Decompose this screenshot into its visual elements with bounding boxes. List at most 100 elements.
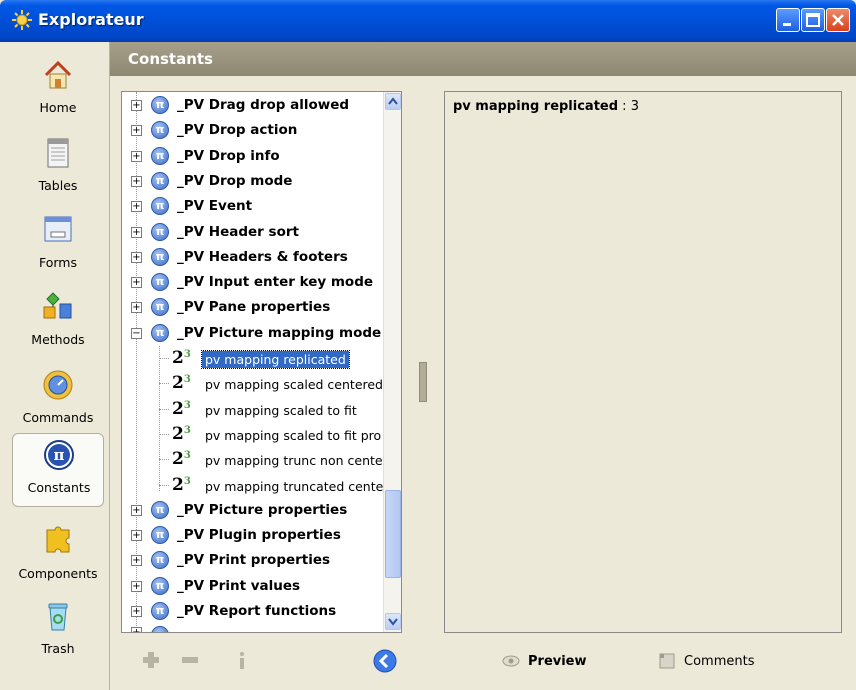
scroll-thumb[interactable] — [385, 490, 401, 578]
constant-group-icon: π — [151, 602, 169, 620]
expand-toggle-icon[interactable]: + — [131, 302, 142, 314]
tree-group-label: _PV Drop info — [177, 147, 280, 164]
constants-icon-glyph: π — [54, 446, 65, 464]
tree-group-row[interactable]: + π _PV Drag drop allowed — [122, 93, 384, 118]
constant-group-icon: π — [151, 273, 169, 292]
numeric-constant-icon-digit: 2 — [172, 373, 184, 394]
constants-tree[interactable]: + π _PV Drag drop allowed + π _PV Drop a… — [121, 91, 402, 633]
tree-group-row[interactable]: + π _PV Drop action — [122, 118, 384, 143]
numeric-constant-icon-digit: 3 — [183, 424, 191, 436]
tree-guide-line — [159, 408, 169, 410]
minimize-icon — [783, 23, 791, 26]
constant-group-icon: π — [151, 197, 169, 216]
collapse-panel-icon[interactable] — [373, 649, 397, 673]
expand-toggle-icon[interactable]: + — [131, 277, 142, 289]
tree-group-row[interactable]: + π _PV Print properties — [122, 548, 384, 573]
tree-guide-line — [159, 484, 169, 486]
tree-guide-line — [159, 459, 169, 461]
expand-toggle-icon[interactable]: + — [131, 580, 142, 592]
sidebar-item-trash[interactable]: Trash — [12, 595, 104, 669]
panel-splitter[interactable] — [419, 362, 427, 402]
sidebar-item-home[interactable]: Home — [12, 54, 104, 128]
constant-group-icon: π — [151, 146, 169, 165]
scroll-up-button[interactable] — [385, 93, 401, 110]
numeric-constant-icon: 23 — [172, 399, 191, 419]
tree-group-row[interactable]: + π _PV Picture properties — [122, 498, 384, 523]
info-icon[interactable] — [231, 649, 253, 671]
sidebar-item-constants[interactable]: π Constants — [12, 433, 104, 507]
tree-group-row[interactable]: + π _PV Event — [122, 194, 384, 219]
tree-group-row[interactable]: + π _PV Plugin properties — [122, 523, 384, 548]
tree-constant-row[interactable]: 23 pv mapping trunc non cente — [122, 447, 384, 472]
expand-toggle-icon[interactable]: + — [131, 627, 142, 632]
minimize-button[interactable] — [776, 8, 800, 32]
expand-toggle-icon[interactable]: + — [131, 606, 142, 617]
sidebar-item-label: Home — [39, 100, 77, 115]
tree-group-label: _PV Report functions — [177, 603, 337, 619]
expand-toggle-icon[interactable]: + — [131, 150, 142, 162]
tree-scrollbar[interactable] — [383, 92, 401, 632]
numeric-constant-icon-digit: 2 — [172, 449, 184, 470]
tree-guide-line — [159, 383, 169, 385]
tree-constant-row[interactable]: 23 pv mapping scaled centered — [122, 371, 384, 396]
scroll-down-button[interactable] — [385, 613, 401, 630]
expand-toggle-icon[interactable]: + — [131, 100, 142, 111]
expand-toggle-icon[interactable]: + — [131, 530, 142, 542]
tree-group-row[interactable]: + π _PV Pane properties — [122, 295, 384, 320]
sidebar-item-label: Components — [18, 566, 98, 581]
tree-constant-row[interactable]: 23 pv mapping replicated — [122, 346, 384, 371]
sidebar-item-methods[interactable]: Methods — [12, 286, 104, 360]
tree-constant-row[interactable]: 23 pv mapping scaled to fit — [122, 397, 384, 422]
constant-group-icon: π — [151, 222, 169, 241]
tree-group-row[interactable]: + π _PV Drop info — [122, 144, 384, 169]
expand-toggle-icon[interactable]: + — [131, 504, 142, 516]
constant-detail: pv mapping replicated : 3 — [453, 99, 639, 114]
expand-toggle-icon[interactable]: + — [131, 175, 142, 187]
tree-group-label: _PV Event — [177, 198, 253, 215]
comment-icon — [659, 653, 675, 669]
chevron-up-icon — [388, 97, 398, 105]
tree-group-row[interactable]: − π _PV Picture mapping mode — [122, 321, 384, 346]
collapse-toggle-icon[interactable]: − — [131, 327, 142, 339]
add-icon[interactable] — [140, 649, 162, 671]
sidebar-item-commands[interactable]: Commands — [12, 364, 104, 438]
tree-group-row[interactable]: + π _PV Print values — [122, 574, 384, 599]
constant-group-icon: π — [151, 551, 169, 570]
tree-constant-row[interactable]: 23 pv mapping truncated cente — [122, 473, 384, 498]
tree-group-row[interactable]: + π _PV Drop mode — [122, 169, 384, 194]
sidebar-item-label: Forms — [38, 255, 77, 270]
tree-constant-label: pv mapping truncated cente — [205, 478, 384, 494]
constant-group-icon: π — [151, 626, 169, 632]
tree-group-label: _PV Drag drop allowed — [177, 97, 350, 113]
numeric-constant-icon: 23 — [172, 475, 191, 495]
expand-toggle-icon[interactable]: + — [131, 125, 142, 137]
expand-toggle-icon[interactable]: + — [131, 251, 142, 263]
tree-group-row[interactable]: + π _PV Input enter key mode — [122, 270, 384, 295]
constant-group-icon: π — [151, 298, 169, 317]
numeric-constant-icon: 23 — [172, 424, 191, 444]
constant-group-icon: π — [151, 247, 169, 266]
expand-toggle-icon[interactable]: + — [131, 226, 142, 238]
tree-group-row[interactable]: + π _PV Headers & footers — [122, 245, 384, 270]
tree-group-label: _PV Print properties — [177, 552, 331, 569]
preview-label: Preview — [528, 654, 587, 669]
tree-group-row[interactable]: + π _PV Report functions — [122, 599, 384, 624]
page-title: Constants — [128, 50, 213, 68]
tree-constant-row[interactable]: 23 pv mapping scaled to fit pro — [122, 422, 384, 447]
tree-group-row[interactable]: + π _PV Header sort — [122, 220, 384, 245]
tree-constant-label: pv mapping replicated — [201, 350, 350, 369]
sidebar-item-forms[interactable]: Forms — [12, 209, 104, 283]
close-button[interactable] — [826, 8, 850, 32]
tree-group-row-partial[interactable]: + π — [122, 624, 384, 632]
commands-icon — [43, 370, 73, 400]
numeric-constant-icon-digit: 3 — [183, 349, 191, 360]
expand-toggle-icon[interactable]: + — [131, 555, 142, 567]
remove-icon[interactable] — [179, 649, 201, 671]
sidebar-item-tables[interactable]: Tables — [12, 132, 104, 206]
maximize-button[interactable] — [801, 8, 825, 32]
numeric-constant-icon-digit: 2 — [172, 398, 184, 419]
sidebar-item-label: Commands — [22, 410, 94, 425]
sidebar-item-components[interactable]: Components — [12, 520, 104, 594]
expand-toggle-icon[interactable]: + — [131, 201, 142, 213]
tree-toolbar — [121, 645, 402, 677]
